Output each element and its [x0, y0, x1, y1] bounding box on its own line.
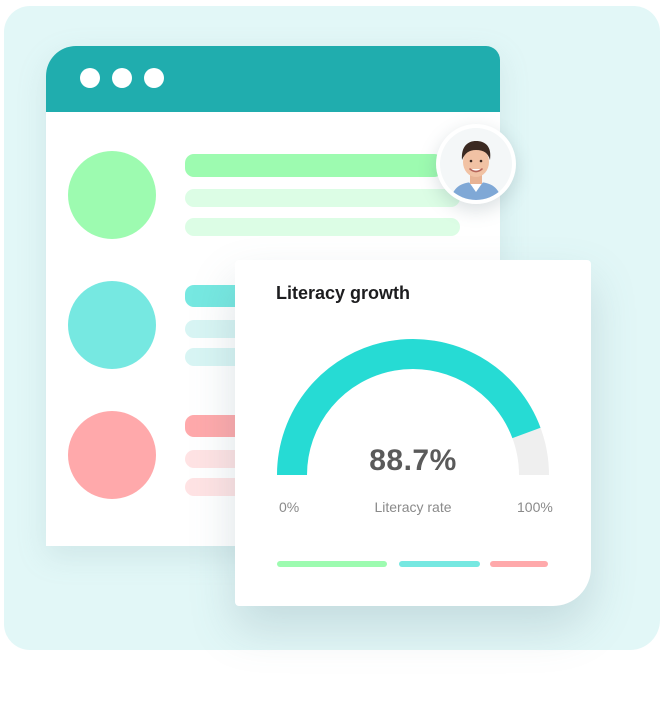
gauge-min-label: 0% [279, 499, 300, 515]
list-item-text-bar [185, 189, 460, 207]
person-portrait-icon [440, 128, 512, 200]
window-dot-icon[interactable] [112, 68, 132, 88]
window-dot-icon[interactable] [80, 68, 100, 88]
gauge-max-label: 100% [517, 499, 553, 515]
literacy-growth-card: Literacy growth 88.7% 0% Literacy rate 1… [235, 260, 591, 606]
legend-bar-red [490, 561, 548, 567]
list-item-text-bar [185, 218, 460, 236]
legend-bar-teal [399, 561, 480, 567]
user-avatar-icon[interactable] [436, 124, 516, 204]
window-titlebar [46, 46, 500, 112]
list-item-title-bar [185, 154, 443, 177]
list-item-avatar-teal [68, 281, 156, 369]
list-item-avatar-red [68, 411, 156, 499]
gauge-caption: Literacy rate [374, 499, 452, 515]
legend-bar-green [277, 561, 387, 567]
illustration-scene: Literacy growth 88.7% 0% Literacy rate 1… [0, 0, 662, 707]
window-dot-icon[interactable] [144, 68, 164, 88]
literacy-gauge [277, 338, 549, 476]
gauge-value: 88.7% [369, 444, 457, 477]
list-item-avatar-green [68, 151, 156, 239]
